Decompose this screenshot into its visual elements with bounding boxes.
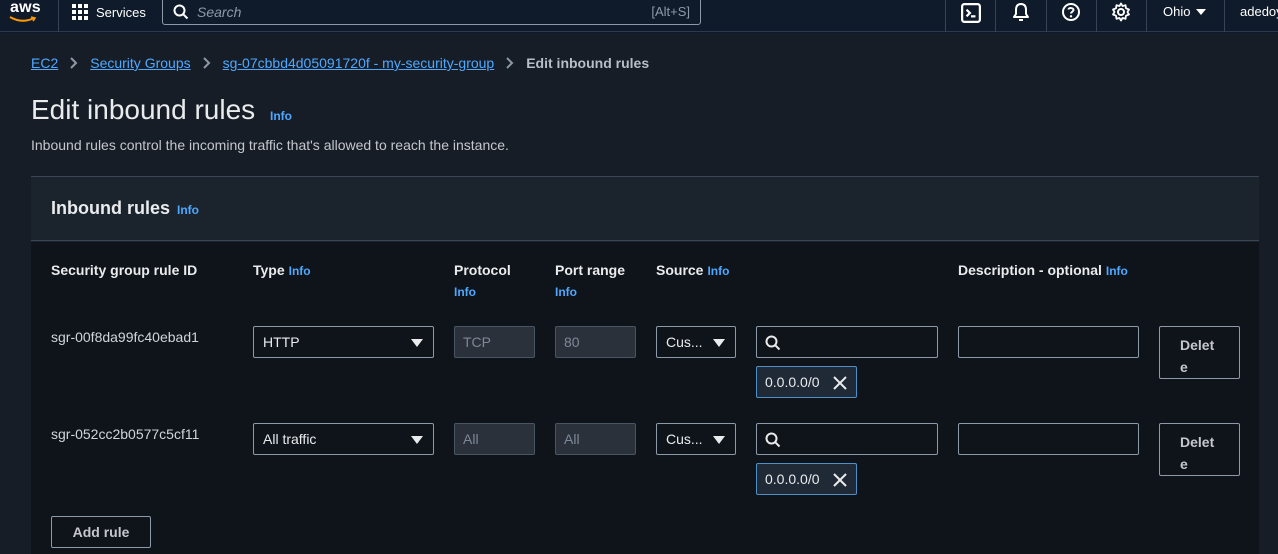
col-rule-id: Security group rule ID bbox=[51, 262, 198, 278]
page-title: Edit inbound rules bbox=[31, 94, 256, 125]
services-label: Services bbox=[96, 4, 146, 20]
col-description: Description - optional Info bbox=[958, 262, 1128, 278]
delete-button[interactable]: Delete bbox=[1159, 326, 1240, 379]
panel-header: Inbound rules Info bbox=[31, 177, 1259, 241]
add-rule-button[interactable]: Add rule bbox=[51, 516, 151, 548]
type-select[interactable]: All traffic bbox=[253, 423, 434, 455]
account-menu[interactable]: adedoy bbox=[1240, 4, 1278, 19]
caret-down-icon bbox=[713, 339, 725, 347]
protocol-info-link[interactable]: Info bbox=[454, 285, 476, 299]
breadcrumb-ec2[interactable]: EC2 bbox=[31, 55, 58, 71]
type-info-link[interactable]: Info bbox=[289, 264, 311, 278]
protocol-field: All bbox=[454, 423, 535, 455]
col-port-range: Port range bbox=[555, 262, 626, 278]
breadcrumb-security-group[interactable]: sg-07cbbd4d05091720f - my-security-group bbox=[223, 55, 495, 71]
global-search-input[interactable]: Search [Alt+S] bbox=[162, 0, 701, 25]
source-select[interactable]: Cus... bbox=[656, 423, 736, 455]
nav-divider bbox=[995, 0, 996, 32]
caret-down-icon bbox=[411, 436, 423, 444]
port-range-field: 80 bbox=[555, 326, 636, 358]
help-icon[interactable] bbox=[1061, 2, 1081, 22]
source-info-link[interactable]: Info bbox=[707, 264, 729, 278]
search-icon bbox=[173, 4, 189, 20]
rule-id: sgr-052cc2b0577c5cf11 bbox=[51, 426, 200, 442]
caret-down-icon bbox=[1196, 8, 1207, 15]
aws-smile-icon bbox=[9, 16, 37, 22]
nav-divider bbox=[1146, 0, 1147, 32]
breadcrumb-security-groups[interactable]: Security Groups bbox=[90, 55, 190, 71]
grid-icon bbox=[72, 4, 88, 20]
cidr-search-input[interactable] bbox=[756, 326, 938, 358]
aws-logo-text: aws bbox=[10, 0, 41, 16]
chevron-right-icon bbox=[202, 57, 211, 69]
chevron-right-icon bbox=[506, 57, 514, 69]
protocol-field: TCP bbox=[454, 326, 535, 358]
region-label: Ohio bbox=[1163, 4, 1191, 19]
description-input[interactable] bbox=[958, 326, 1139, 358]
services-menu[interactable]: Services bbox=[72, 0, 146, 24]
cidr-search-input[interactable] bbox=[756, 423, 938, 455]
source-select[interactable]: Cus... bbox=[656, 326, 736, 358]
bell-icon[interactable] bbox=[1011, 2, 1031, 22]
port-range-info-link[interactable]: Info bbox=[555, 285, 577, 299]
port-range-field: All bbox=[555, 423, 636, 455]
search-shortcut: [Alt+S] bbox=[651, 4, 690, 19]
nav-divider bbox=[58, 0, 59, 32]
search-placeholder: Search bbox=[197, 4, 242, 20]
nav-divider bbox=[1046, 0, 1047, 32]
breadcrumb-current: Edit inbound rules bbox=[526, 55, 650, 71]
inbound-rules-panel: Inbound rules Info Security group rule I… bbox=[31, 176, 1259, 554]
region-selector[interactable]: Ohio bbox=[1163, 4, 1207, 19]
caret-down-icon bbox=[411, 339, 423, 347]
cloudshell-icon[interactable] bbox=[961, 3, 981, 23]
rule-id: sgr-00f8da99fc40ebad1 bbox=[51, 329, 199, 345]
top-navigation: aws Services Search [Alt+S] Ohio adedo bbox=[0, 0, 1278, 32]
panel-info-link[interactable]: Info bbox=[177, 203, 199, 217]
rules-table: Security group rule ID Type Info Protocol… bbox=[31, 242, 1259, 554]
close-icon[interactable] bbox=[833, 376, 847, 390]
breadcrumb: EC2 Security Groups sg-07cbbd4d05091720f… bbox=[31, 55, 649, 71]
panel-title: Inbound rules bbox=[51, 198, 170, 218]
page-info-link[interactable]: Info bbox=[270, 109, 292, 123]
delete-button[interactable]: Delete bbox=[1159, 423, 1240, 476]
search-icon bbox=[765, 335, 781, 351]
description-input[interactable] bbox=[958, 423, 1139, 455]
settings-icon[interactable] bbox=[1111, 2, 1131, 22]
col-source: Source Info bbox=[656, 262, 730, 278]
nav-divider bbox=[1096, 0, 1097, 32]
main-content: EC2 Security Groups sg-07cbbd4d05091720f… bbox=[0, 33, 1278, 554]
description-info-link[interactable]: Info bbox=[1106, 264, 1128, 278]
search-icon bbox=[765, 432, 781, 448]
page-description: Inbound rules control the incoming traff… bbox=[31, 137, 509, 153]
nav-divider bbox=[945, 0, 946, 32]
chevron-right-icon bbox=[70, 57, 78, 69]
col-protocol: Protocol bbox=[454, 262, 511, 278]
cidr-token: 0.0.0.0/0 bbox=[756, 463, 857, 495]
close-icon[interactable] bbox=[833, 473, 847, 487]
nav-divider bbox=[1224, 0, 1225, 32]
cidr-token: 0.0.0.0/0 bbox=[756, 366, 857, 398]
caret-down-icon bbox=[713, 436, 725, 444]
aws-logo[interactable]: aws bbox=[8, 0, 44, 28]
col-type: Type Info bbox=[253, 262, 311, 278]
type-select[interactable]: HTTP bbox=[253, 326, 434, 358]
